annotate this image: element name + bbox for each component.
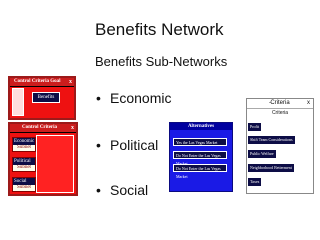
- criteria-node[interactable]: Taxes: [247, 177, 263, 187]
- criteria-node[interactable]: Profit: [247, 122, 263, 132]
- window-title: Control Criteria Goal: [14, 79, 61, 84]
- alternative-row[interactable]: Do Not Enter the Las Vegas Market: [173, 151, 227, 166]
- control-criteria-goal-window: Control Criteria Goal x Benefits: [8, 76, 76, 120]
- bullet-political: • Political: [96, 137, 158, 153]
- close-icon[interactable]: x: [71, 124, 74, 132]
- bullet-dot: •: [96, 90, 101, 106]
- slide-subtitle: Benefits Sub-Networks: [95, 54, 228, 69]
- window-title: Control Criteria: [22, 125, 58, 130]
- alternative-row[interactable]: Do Not Enter the Las Vegas Market: [173, 164, 227, 179]
- node-political[interactable]: Political Subnet: [12, 157, 36, 172]
- bullet-dot: •: [96, 182, 101, 198]
- criteria-node[interactable]: Shift Team Considerations: [247, 135, 296, 145]
- bullet-label: Economic: [110, 90, 172, 106]
- bullet-label: Social: [110, 182, 149, 198]
- minimize-icon[interactable]: -: [269, 99, 271, 108]
- slide-title: Benefits Network: [95, 20, 224, 39]
- criteria-node[interactable]: Public Welfare: [247, 149, 277, 159]
- bullet-economic: • Economic: [96, 90, 171, 106]
- window-title: Criteria: [270, 100, 290, 106]
- window-title: Alternatives: [170, 123, 232, 130]
- node-title: Social: [13, 178, 35, 185]
- bullet-social: • Social: [96, 182, 148, 198]
- bullet-dot: •: [96, 137, 101, 153]
- close-icon[interactable]: x: [307, 99, 310, 108]
- alternative-row[interactable]: Yes the Las Vegas Market: [173, 138, 227, 146]
- node-title: Economic: [13, 138, 35, 145]
- node-title: Political: [13, 158, 35, 165]
- node-subtitle: Subnet: [17, 165, 31, 170]
- grid-panel: [12, 88, 24, 116]
- bullet-label: Political: [110, 137, 159, 153]
- window-titlebar: Control Criteria Goal x: [10, 78, 74, 87]
- window-titlebar: Control Criteria x: [10, 124, 76, 133]
- window-subtitle: Criteria: [271, 110, 289, 116]
- benefits-node-button[interactable]: Benefits: [32, 92, 60, 103]
- canvas-area: [36, 135, 74, 193]
- node-economic[interactable]: Economic Subnet: [12, 137, 36, 152]
- node-social[interactable]: Social Subnet: [12, 177, 36, 192]
- control-criteria-window: Control Criteria x Economic Subnet Polit…: [8, 122, 78, 196]
- criteria-window: - Criteria x Criteria Profit Shift Team …: [246, 98, 314, 194]
- window-titlebar: - Criteria x: [247, 99, 313, 109]
- node-subtitle: Subnet: [17, 185, 31, 190]
- node-subtitle: Subnet: [17, 145, 31, 150]
- close-icon[interactable]: x: [69, 78, 72, 86]
- alternatives-window: Alternatives Yes the Las Vegas Market Do…: [169, 122, 233, 192]
- criteria-node[interactable]: Neighborhood Betterment: [247, 163, 295, 173]
